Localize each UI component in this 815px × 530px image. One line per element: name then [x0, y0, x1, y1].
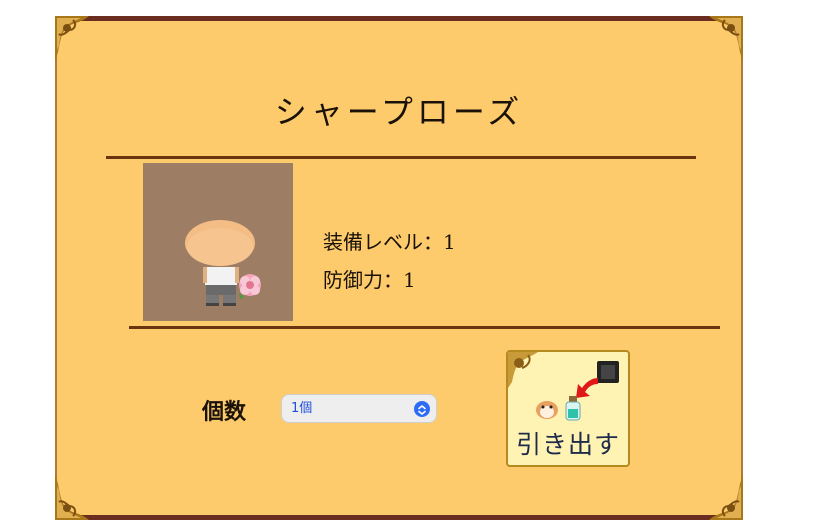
- item-detail-panel: シャープローズ 装備レベル：1 防御力：1 個数 1個 引き出す: [55, 16, 743, 520]
- stat-value: 1: [403, 268, 416, 292]
- stat-row-defense: 防御力：1: [323, 261, 456, 299]
- hamster-icon: [536, 401, 558, 419]
- ornate-corner-icon: [55, 474, 89, 520]
- item-preview: [143, 163, 293, 321]
- stat-separator: ：: [383, 268, 403, 292]
- withdraw-button-label: 引き出す: [515, 430, 620, 459]
- divider: [129, 326, 720, 329]
- item-stats: 装備レベル：1 防御力：1: [323, 223, 456, 299]
- chevron-updown-icon: [414, 401, 430, 417]
- potion-icon: [565, 396, 581, 421]
- ornate-corner-icon: [709, 474, 743, 520]
- rose-icon: [239, 274, 261, 299]
- stat-separator: ：: [423, 230, 443, 254]
- stat-label: 装備レベル: [323, 230, 423, 254]
- stat-label: 防御力: [323, 268, 383, 292]
- quantity-select-value: 1個: [291, 401, 313, 416]
- quantity-label: 個数: [202, 399, 247, 425]
- stat-row-equip-level: 装備レベル：1: [323, 223, 456, 261]
- divider: [106, 156, 696, 159]
- stat-value: 1: [443, 230, 456, 254]
- ornate-corner-icon: [55, 16, 89, 62]
- withdraw-button[interactable]: 引き出す: [506, 350, 630, 467]
- quantity-select[interactable]: 1個: [281, 394, 437, 423]
- item-name: シャープローズ: [274, 93, 524, 131]
- ornate-corner-icon: [709, 16, 743, 62]
- ornate-corner-icon: [508, 352, 538, 388]
- avatar-sprite: [185, 220, 255, 306]
